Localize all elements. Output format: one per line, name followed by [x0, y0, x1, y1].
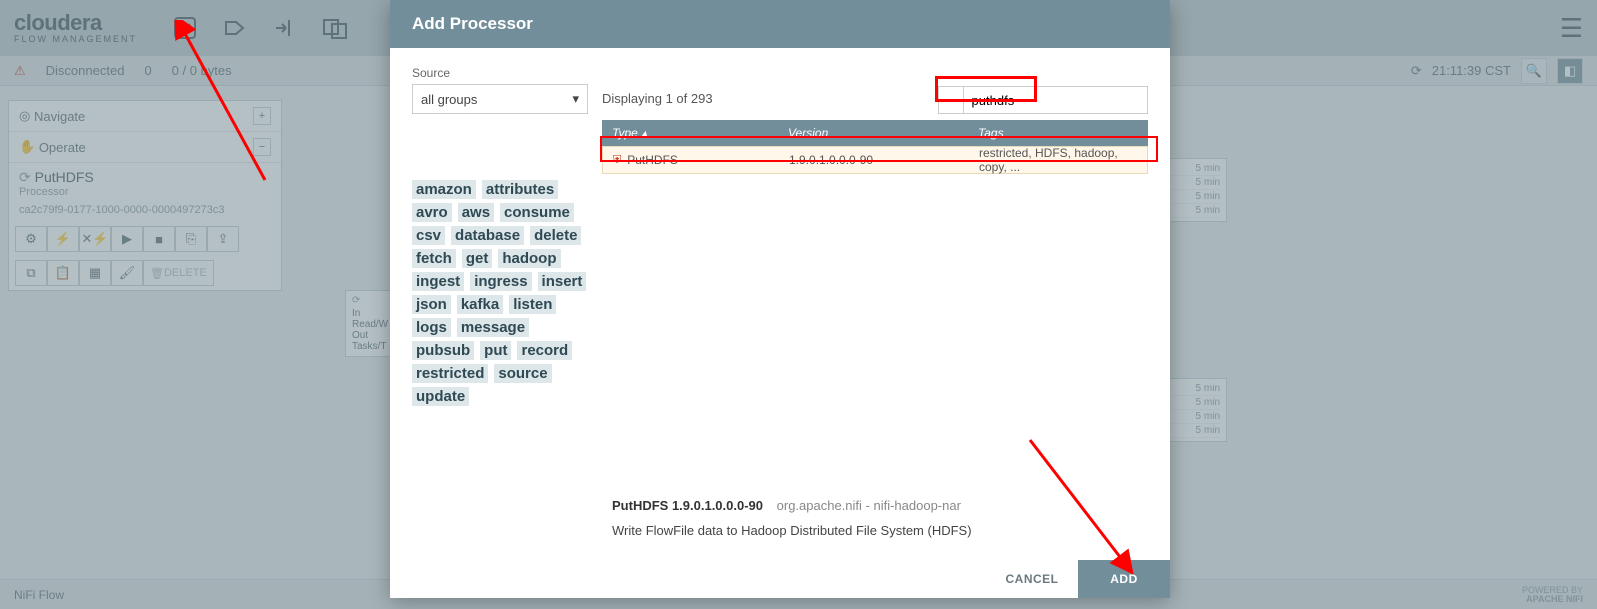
tag-amazon[interactable]: amazon [412, 180, 476, 199]
tag-json[interactable]: json [412, 295, 451, 314]
source-value: all groups [421, 92, 477, 107]
dialog-title: Add Processor [390, 0, 1170, 48]
tag-update[interactable]: update [412, 387, 469, 406]
col-type-header[interactable]: Type [612, 126, 638, 140]
processor-row[interactable]: ⛨ PutHDFS 1.9.0.1.0.0.0-90 restricted, HD… [602, 146, 1148, 174]
tag-database[interactable]: database [451, 226, 524, 245]
processor-table-header: Type ▴ Version Tags [602, 120, 1148, 146]
restricted-icon: ⛨ [613, 154, 621, 167]
tag-ingress[interactable]: ingress [470, 272, 531, 291]
dialog-actions: CANCEL ADD [390, 560, 1170, 598]
col-tags-header[interactable]: Tags [978, 126, 1148, 140]
add-button[interactable]: ADD [1078, 560, 1170, 598]
tag-attributes[interactable]: attributes [482, 180, 558, 199]
tag-ingest[interactable]: ingest [412, 272, 464, 291]
row-version: 1.9.0.1.0.0.0-90 [789, 153, 979, 167]
tag-logs[interactable]: logs [412, 318, 451, 337]
row-type: PutHDFS [627, 153, 678, 167]
tag-record[interactable]: record [517, 341, 572, 360]
filter-search-box[interactable] [938, 86, 1148, 114]
tag-csv[interactable]: csv [412, 226, 445, 245]
selected-bundle: org.apache.nifi - nifi-hadoop-nar [777, 498, 961, 513]
tag-put[interactable]: put [480, 341, 511, 360]
tag-restricted[interactable]: restricted [412, 364, 488, 383]
tag-get[interactable]: get [462, 249, 493, 268]
source-label: Source [412, 66, 588, 80]
sort-asc-icon: ▴ [641, 126, 647, 140]
tag-aws[interactable]: aws [458, 203, 494, 222]
filter-input[interactable] [964, 93, 1147, 108]
tag-source[interactable]: source [494, 364, 551, 383]
tag-fetch[interactable]: fetch [412, 249, 456, 268]
tag-kafka[interactable]: kafka [457, 295, 503, 314]
tag-pubsub[interactable]: pubsub [412, 341, 474, 360]
tag-avro[interactable]: avro [412, 203, 452, 222]
tag-insert[interactable]: insert [538, 272, 587, 291]
tag-cloud: amazon attributes avroaws consume csv databas… [412, 174, 592, 554]
row-tags: restricted, HDFS, hadoop, copy, ... [979, 146, 1147, 174]
tag-listen[interactable]: listen [509, 295, 556, 314]
cancel-button[interactable]: CANCEL [986, 560, 1078, 598]
chevron-down-icon: ▾ [572, 91, 579, 107]
tag-hadoop[interactable]: hadoop [498, 249, 560, 268]
display-count: Displaying 1 of 293 [602, 91, 713, 106]
tag-delete[interactable]: delete [530, 226, 581, 245]
source-select[interactable]: all groups ▾ [412, 84, 588, 114]
tag-consume[interactable]: consume [500, 203, 574, 222]
selected-description: PutHDFS 1.9.0.1.0.0.0-90 org.apache.nifi… [612, 488, 1148, 554]
selected-desc-text: Write FlowFile data to Hadoop Distribute… [612, 523, 1148, 538]
tag-message[interactable]: message [457, 318, 529, 337]
add-processor-dialog: Add Processor Source all groups ▾ Displa… [390, 0, 1170, 598]
col-version-header[interactable]: Version [788, 126, 978, 140]
selected-title: PutHDFS 1.9.0.1.0.0.0-90 [612, 498, 763, 513]
